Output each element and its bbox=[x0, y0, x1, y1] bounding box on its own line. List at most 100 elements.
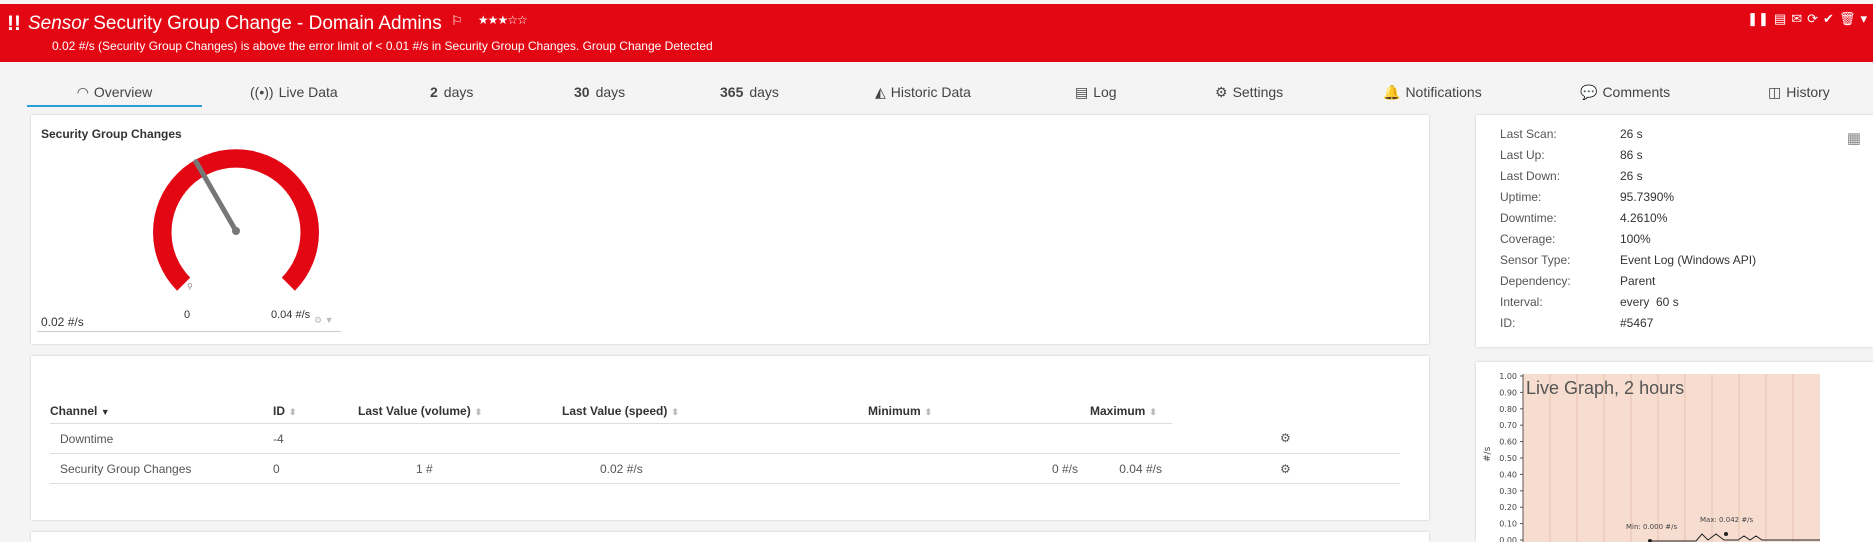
info-row: Last Scan: 26 s bbox=[1500, 127, 1756, 148]
info-key: Coverage: bbox=[1500, 232, 1556, 246]
info-row: ID: #5467 bbox=[1500, 316, 1756, 337]
table-row[interactable]: Downtime -4 ⚙ bbox=[50, 423, 1400, 454]
tab-notifications[interactable]: 🔔 Notifications bbox=[1383, 84, 1482, 101]
table-header-row: Channel ▼ ID ⬍ Last Value (volume) ⬍ Last … bbox=[50, 399, 1400, 424]
sort-icon: ⬍ bbox=[671, 407, 679, 417]
info-value: 26 s bbox=[1620, 127, 1643, 141]
cell-channel[interactable]: Downtime bbox=[50, 423, 273, 454]
col-volume-label: Last Value (volume) bbox=[358, 404, 471, 418]
tab-history[interactable]: ◫ History bbox=[1768, 84, 1830, 101]
gauge-min: 0 bbox=[184, 309, 191, 321]
cell-speed: 0.02 #/s bbox=[562, 453, 868, 484]
gauge-arc bbox=[153, 149, 319, 291]
comment-icon: 💬 bbox=[1580, 84, 1598, 100]
cell-actions: ⚙ bbox=[1172, 423, 1400, 454]
tab-comments-label: Comments bbox=[1602, 84, 1671, 100]
dropdown-icon[interactable]: ▾ bbox=[1860, 11, 1867, 27]
tab-30-days[interactable]: 30 days bbox=[574, 84, 625, 100]
table-row[interactable]: Security Group Changes 0 1 # 0.02 #/s 0 … bbox=[50, 453, 1400, 484]
info-value: 26 s bbox=[1620, 169, 1643, 183]
graph-y-tick-label: 0.40 bbox=[1499, 470, 1517, 479]
tab-2-days[interactable]: 2 days bbox=[430, 84, 473, 100]
tab-30-days-num: 30 bbox=[574, 84, 590, 100]
col-channel[interactable]: Channel ▼ bbox=[50, 399, 273, 424]
graph-y-tick-label: 0.20 bbox=[1499, 503, 1517, 512]
col-actions bbox=[1172, 399, 1400, 424]
col-minimum[interactable]: Minimum ⬍ bbox=[868, 399, 1090, 424]
tab-overview[interactable]: ◠ Overview bbox=[27, 84, 202, 107]
refresh-icon[interactable]: ⟳ bbox=[1807, 11, 1818, 27]
cogs-icon[interactable]: ⚙ bbox=[1280, 462, 1291, 476]
gauge-dial: ⚲ bbox=[153, 149, 319, 291]
sort-icon: ⬍ bbox=[1149, 407, 1157, 417]
cell-id: 0 bbox=[273, 453, 358, 484]
sensor-header: !! Sensor Security Group Change - Domain … bbox=[0, 4, 1873, 62]
tab-comments[interactable]: 💬 Comments bbox=[1580, 84, 1670, 101]
gauge-panel: Security Group Changes ⚲ 0.02 #/s 0 0.04… bbox=[31, 115, 1429, 344]
gauge-title: Security Group Changes bbox=[41, 127, 182, 141]
priority-stars[interactable]: ★★★☆☆ bbox=[478, 13, 528, 27]
cogs-icon[interactable]: ⚙ bbox=[1280, 431, 1291, 445]
sort-desc-icon: ▼ bbox=[100, 407, 110, 417]
gear-icon[interactable]: ⚙ bbox=[314, 315, 322, 325]
pin-icon[interactable]: ▼ bbox=[325, 315, 334, 325]
tab-log[interactable]: ▤ Log bbox=[1075, 84, 1117, 101]
cell-volume bbox=[358, 423, 562, 454]
tab-notifications-label: Notifications bbox=[1405, 84, 1482, 100]
info-row: Last Down: 26 s bbox=[1500, 169, 1756, 190]
col-speed[interactable]: Last Value (speed) ⬍ bbox=[562, 399, 868, 424]
live-icon: ((•)) bbox=[250, 84, 274, 100]
next-panel bbox=[31, 532, 1429, 542]
tab-log-label: Log bbox=[1093, 84, 1117, 100]
pause-icon[interactable]: ❚❚ bbox=[1747, 11, 1769, 27]
delete-icon[interactable]: 🗑 bbox=[1839, 11, 1856, 27]
cell-channel[interactable]: Security Group Changes bbox=[50, 453, 273, 484]
col-volume[interactable]: Last Value (volume) ⬍ bbox=[358, 399, 562, 424]
info-key: Last Up: bbox=[1500, 148, 1545, 162]
area-chart-icon: ◭ bbox=[875, 84, 886, 100]
cell-minimum bbox=[868, 423, 1090, 454]
col-id[interactable]: ID ⬍ bbox=[273, 399, 358, 424]
gauge-options: ⚙ ▼ bbox=[314, 315, 334, 326]
info-key: Sensor Type: bbox=[1500, 253, 1571, 267]
tab-settings-label: Settings bbox=[1232, 84, 1284, 100]
col-minimum-label: Minimum bbox=[868, 404, 921, 418]
divider bbox=[37, 331, 341, 332]
tab-live-data[interactable]: ((•)) Live Data bbox=[250, 84, 338, 100]
col-maximum[interactable]: Maximum ⬍ bbox=[1090, 399, 1172, 424]
graph-y-tick-label: 0.50 bbox=[1499, 454, 1517, 463]
graph-y-tick-label: 0.70 bbox=[1499, 421, 1517, 430]
sort-icon: ⬍ bbox=[474, 407, 483, 417]
sensor-info-list: Last Scan: 26 s Last Up: 86 s Last Down: 26… bbox=[1500, 127, 1756, 337]
info-value: #5467 bbox=[1620, 316, 1654, 330]
graph-y-tick-label: 0.60 bbox=[1499, 438, 1517, 447]
info-key: ID: bbox=[1500, 316, 1516, 330]
info-row: Interval: every 60 s bbox=[1500, 295, 1756, 316]
qr-code-icon[interactable]: ▦ bbox=[1847, 129, 1861, 147]
info-key: Dependency: bbox=[1500, 274, 1571, 288]
bell-icon: 🔔 bbox=[1383, 84, 1401, 100]
email-icon[interactable]: ✉ bbox=[1791, 11, 1802, 27]
cell-id: -4 bbox=[273, 423, 358, 454]
graph-y-tick-label: 0.90 bbox=[1499, 388, 1517, 397]
acknowledge-icon[interactable]: ✔ bbox=[1823, 11, 1834, 27]
history-icon: ◫ bbox=[1768, 84, 1782, 100]
graph-min-label: Min: 0.000 #/s bbox=[1626, 523, 1677, 531]
info-value: 86 s bbox=[1620, 148, 1643, 162]
graph-y-tick-label: 1.00 bbox=[1499, 372, 1517, 381]
tab-historic-data[interactable]: ◭ Historic Data bbox=[875, 84, 971, 101]
report-icon[interactable]: ▤ bbox=[1774, 11, 1786, 27]
tab-365-days[interactable]: 365 days bbox=[720, 84, 779, 100]
gauge-needle bbox=[193, 159, 239, 234]
info-key: Last Down: bbox=[1500, 169, 1561, 183]
tab-settings[interactable]: ⚙ Settings bbox=[1215, 84, 1283, 101]
sort-icon: ⬍ bbox=[924, 407, 933, 417]
graph-y-label: #/s bbox=[1483, 446, 1493, 462]
flag-icon[interactable]: ⚐ bbox=[451, 13, 463, 28]
status-message: 0.02 #/s (Security Group Changes) is abo… bbox=[52, 39, 713, 53]
header-toolbar: ❚❚ ▤ ✉ ⟳ ✔ 🗑 ▾ bbox=[1747, 11, 1867, 27]
channels-panel: Channel ▼ ID ⬍ Last Value (volume) ⬍ Last … bbox=[31, 356, 1429, 520]
tab-2-days-num: 2 bbox=[430, 84, 438, 100]
gauge-value: 0.02 #/s bbox=[41, 315, 84, 329]
info-value: Event Log (Windows API) bbox=[1620, 253, 1757, 267]
